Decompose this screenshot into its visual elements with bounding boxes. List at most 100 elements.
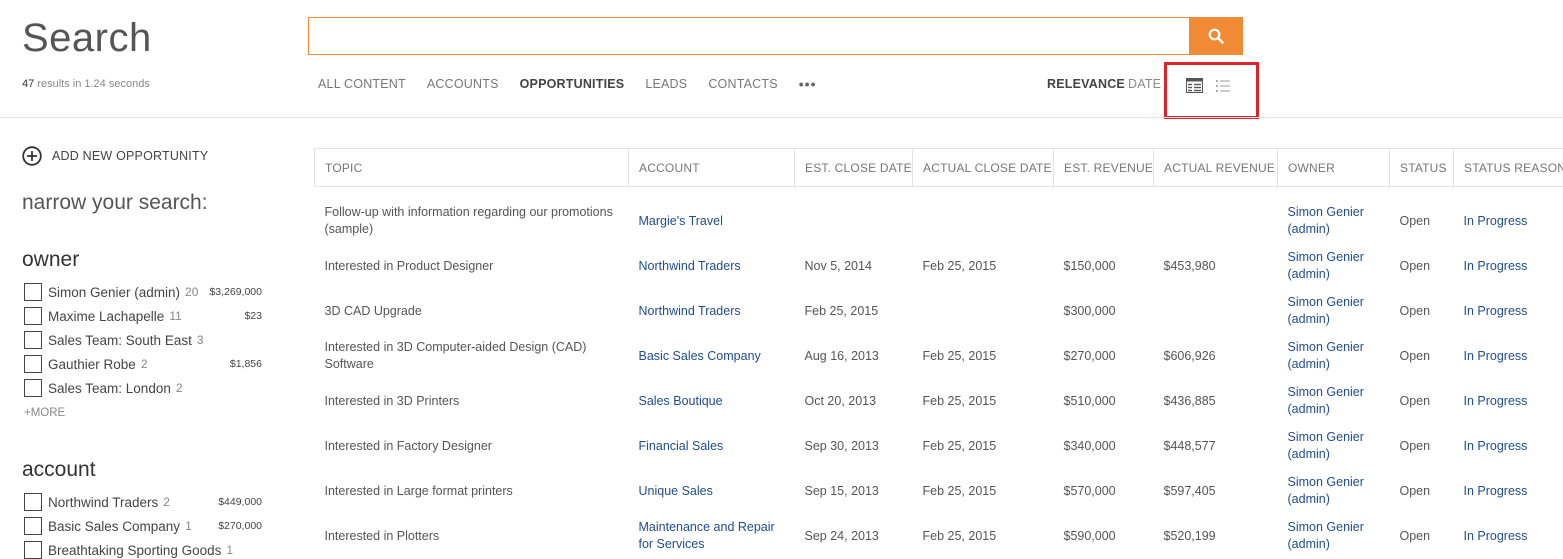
cell-owner: Simon Genier (admin) xyxy=(1278,289,1390,334)
facet-more-link[interactable]: +MORE xyxy=(24,407,65,419)
owner-link[interactable]: Simon Genier (admin) xyxy=(1288,295,1364,326)
cell-account: Northwind Traders xyxy=(629,244,795,289)
owner-link[interactable]: Simon Genier (admin) xyxy=(1288,340,1364,371)
column-header-est-close-date[interactable]: EST. CLOSE DATE xyxy=(794,148,913,187)
owner-link[interactable]: Simon Genier (admin) xyxy=(1288,430,1364,461)
table-row[interactable]: 3D CAD Upgrade Northwind Traders Feb 25, 2… xyxy=(315,289,1563,334)
status-reason-link[interactable]: In Progress xyxy=(1464,349,1528,363)
owner-link[interactable]: Simon Genier (admin) xyxy=(1288,250,1364,281)
cell-status: Open xyxy=(1399,213,1431,228)
account-link[interactable]: Northwind Traders xyxy=(639,304,741,318)
cell-actual-close-date xyxy=(913,289,1054,334)
sort-relevance[interactable]: RELEVANCE xyxy=(1047,77,1125,91)
account-link[interactable]: Basic Sales Company xyxy=(639,349,761,363)
facet-item-account[interactable]: Breathtaking Sporting Goods 1 xyxy=(24,540,262,559)
cell-topic: Interested in Factory Designer xyxy=(324,438,492,453)
facet-item-owner[interactable]: Maxime Lachapelle 11 $23 xyxy=(24,306,262,326)
grid-view-icon[interactable] xyxy=(1186,78,1203,93)
table-row[interactable]: Interested in Factory Designer Financial … xyxy=(315,424,1563,469)
account-link[interactable]: Margie's Travel xyxy=(639,214,723,228)
result-count-text: results in 1.24 seconds xyxy=(37,78,150,90)
owner-link[interactable]: Simon Genier (admin) xyxy=(1288,520,1364,551)
account-link[interactable]: Sales Boutique xyxy=(639,394,723,408)
facet-item-owner[interactable]: Sales Team: London 2 xyxy=(24,378,262,398)
status-reason-link[interactable]: In Progress xyxy=(1464,484,1528,498)
search-button[interactable] xyxy=(1189,17,1243,55)
view-toggle-highlight xyxy=(1164,62,1259,119)
column-header-topic[interactable]: TOPIC xyxy=(314,148,629,187)
account-link[interactable]: Northwind Traders xyxy=(639,259,741,273)
tab-leads[interactable]: LEADS xyxy=(645,77,687,91)
owner-link[interactable]: Simon Genier (admin) xyxy=(1288,205,1364,236)
facet-item-owner[interactable]: Sales Team: South East 3 xyxy=(24,330,262,350)
search-input[interactable] xyxy=(309,18,1189,54)
facet-title-account: account xyxy=(22,458,96,481)
column-header-est-revenue[interactable]: EST. REVENUE xyxy=(1053,148,1154,187)
facet-amount: $3,269,000 xyxy=(209,286,262,298)
facet-item-owner[interactable]: Simon Genier (admin) 20 $3,269,000 xyxy=(24,282,262,302)
table-row[interactable]: Interested in Large format printers Uniqu… xyxy=(315,469,1563,514)
table-row[interactable]: Interested in Product Designer Northwind … xyxy=(315,244,1563,289)
cell-topic: Interested in Plotters xyxy=(324,528,440,543)
facet-item-owner[interactable]: Gauthier Robe 2 $1,856 xyxy=(24,354,262,374)
cell-est-close-date xyxy=(795,199,913,244)
facet-checkbox[interactable] xyxy=(24,517,42,535)
column-header-actual-close-date[interactable]: ACTUAL CLOSE DATE xyxy=(912,148,1054,187)
cell-est-revenue: $300,000 xyxy=(1063,303,1116,318)
more-tabs-icon[interactable]: ••• xyxy=(799,77,817,91)
facet-label: Breathtaking Sporting Goods xyxy=(48,542,222,558)
sort-date[interactable]: DATE xyxy=(1128,77,1161,91)
table-row[interactable]: Interested in Plotters Maintenance and Re… xyxy=(315,514,1563,559)
cell-status: Open xyxy=(1399,258,1431,273)
owner-link[interactable]: Simon Genier (admin) xyxy=(1288,385,1364,416)
status-reason-link[interactable]: In Progress xyxy=(1464,259,1528,273)
cell-actual-close-date: Feb 25, 2015 xyxy=(922,348,997,363)
facet-label: Maxime Lachapelle xyxy=(48,308,165,324)
status-reason-link[interactable]: In Progress xyxy=(1464,529,1528,543)
cell-status-reason: In Progress xyxy=(1454,334,1563,379)
cell-est-revenue: $570,000 xyxy=(1063,483,1116,498)
tab-contacts[interactable]: CONTACTS xyxy=(708,77,777,91)
tab-opportunities[interactable]: OPPORTUNITIES xyxy=(520,77,625,91)
table-row[interactable]: Follow-up with information regarding our… xyxy=(315,199,1563,244)
account-link[interactable]: Financial Sales xyxy=(639,439,724,453)
cell-est-close-date: Nov 5, 2014 xyxy=(804,258,872,273)
cell-account: Financial Sales xyxy=(629,424,795,469)
facet-checkbox[interactable] xyxy=(24,331,42,349)
add-new-opportunity-button[interactable]: ADD NEW OPPORTUNITY xyxy=(22,146,208,166)
cell-est-revenue: $340,000 xyxy=(1063,438,1116,453)
cell-est-close-date: Sep 30, 2013 xyxy=(804,438,879,453)
facet-checkbox[interactable] xyxy=(24,355,42,373)
cell-actual-revenue xyxy=(1154,199,1278,244)
status-reason-link[interactable]: In Progress xyxy=(1464,304,1528,318)
table-row[interactable]: Interested in 3D Printers Sales Boutique O… xyxy=(315,379,1563,424)
facet-item-account[interactable]: Basic Sales Company 1 $270,000 xyxy=(24,516,262,536)
column-header-status[interactable]: STATUS xyxy=(1389,148,1454,187)
column-header-actual-revenue[interactable]: ACTUAL REVENUE xyxy=(1153,148,1278,187)
column-header-status-reason[interactable]: STATUS REASON xyxy=(1453,148,1563,187)
tab-all-content[interactable]: ALL CONTENT xyxy=(318,77,406,91)
header-divider xyxy=(0,117,1563,118)
facet-item-account[interactable]: Northwind Traders 2 $449,000 xyxy=(24,492,262,512)
list-view-icon[interactable] xyxy=(1215,78,1231,93)
account-link[interactable]: Unique Sales xyxy=(639,484,713,498)
facet-label: Simon Genier (admin) xyxy=(48,284,181,300)
account-link[interactable]: Maintenance and Repair for Services xyxy=(639,520,775,551)
facet-checkbox[interactable] xyxy=(24,307,42,325)
facet-count: 2 xyxy=(175,381,183,395)
cell-actual-revenue: $606,926 xyxy=(1163,348,1216,363)
column-header-owner[interactable]: OWNER xyxy=(1277,148,1390,187)
tab-accounts[interactable]: ACCOUNTS xyxy=(427,77,499,91)
cell-topic: Interested in Large format printers xyxy=(324,483,513,498)
table-row[interactable]: Interested in 3D Computer-aided Design (… xyxy=(315,334,1563,379)
owner-link[interactable]: Simon Genier (admin) xyxy=(1288,475,1364,506)
status-reason-link[interactable]: In Progress xyxy=(1464,394,1528,408)
status-reason-link[interactable]: In Progress xyxy=(1464,214,1528,228)
facet-checkbox[interactable] xyxy=(24,379,42,397)
search-box[interactable] xyxy=(308,17,1190,55)
facet-checkbox[interactable] xyxy=(24,541,42,559)
column-header-account[interactable]: ACCOUNT xyxy=(628,148,795,187)
facet-checkbox[interactable] xyxy=(24,283,42,301)
facet-checkbox[interactable] xyxy=(24,493,42,511)
status-reason-link[interactable]: In Progress xyxy=(1464,439,1528,453)
